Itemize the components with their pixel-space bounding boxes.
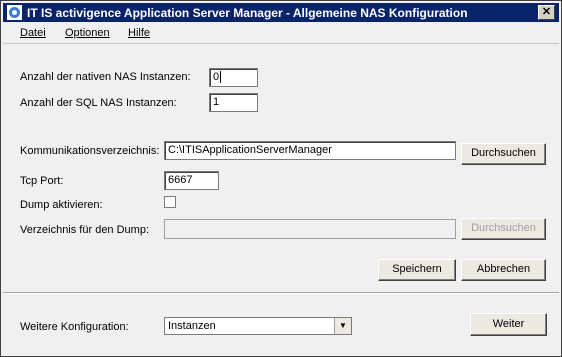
dump-dir-input[interactable] [164, 219, 456, 239]
sql-nas-input[interactable]: 1 [209, 93, 258, 112]
close-button[interactable]: ✕ [538, 5, 555, 20]
menu-datei[interactable]: Datei [20, 27, 46, 39]
dump-enable-checkbox[interactable] [164, 196, 176, 208]
comm-dir-input[interactable]: C:\ITISApplicationServerManager [164, 141, 456, 160]
menu-datei-label: Datei [20, 27, 46, 39]
save-button[interactable]: Speichern [378, 259, 456, 281]
native-nas-input[interactable]: 0 [209, 68, 258, 87]
tcp-port-label: Tcp Port: [20, 175, 64, 187]
window-title: IT IS activigence Application Server Man… [27, 6, 468, 20]
menu-optionen[interactable]: Optionen [65, 27, 110, 39]
menu-hilfe-label: Hilfe [128, 27, 151, 39]
title-bar[interactable]: IT IS activigence Application Server Man… [3, 3, 559, 22]
native-nas-label: Anzahl der nativen NAS Instanzen: [20, 71, 191, 83]
native-nas-value: 0 [213, 71, 220, 83]
next-button[interactable]: Weiter [470, 313, 547, 336]
tcp-port-input[interactable]: 6667 [164, 171, 219, 190]
dump-enable-label: Dump aktivieren: [20, 199, 103, 211]
dropdown-arrow-icon[interactable]: ▼ [334, 318, 351, 334]
further-config-select[interactable]: Instanzen ▼ [164, 317, 352, 335]
dump-dir-label: Verzeichnis für den Dump: [20, 224, 150, 236]
text-caret [220, 71, 222, 84]
browse-button[interactable]: Durchsuchen [461, 143, 546, 165]
comm-dir-label: Kommunikationsverzeichnis: [20, 145, 160, 157]
app-window: IT IS activigence Application Server Man… [0, 0, 562, 357]
app-icon [7, 5, 22, 20]
further-config-label: Weitere Konfiguration: [20, 321, 129, 333]
sql-nas-label: Anzahl der SQL NAS Instanzen: [20, 97, 177, 109]
further-config-value: Instanzen [168, 320, 216, 332]
dump-browse-button[interactable]: Durchsuchen [461, 218, 546, 240]
menu-optionen-label: Optionen [65, 27, 110, 39]
menu-bar: Datei Optionen Hilfe [3, 23, 559, 44]
footer-separator [3, 292, 559, 294]
menu-hilfe[interactable]: Hilfe [128, 27, 150, 39]
cancel-button[interactable]: Abbrechen [461, 259, 546, 281]
